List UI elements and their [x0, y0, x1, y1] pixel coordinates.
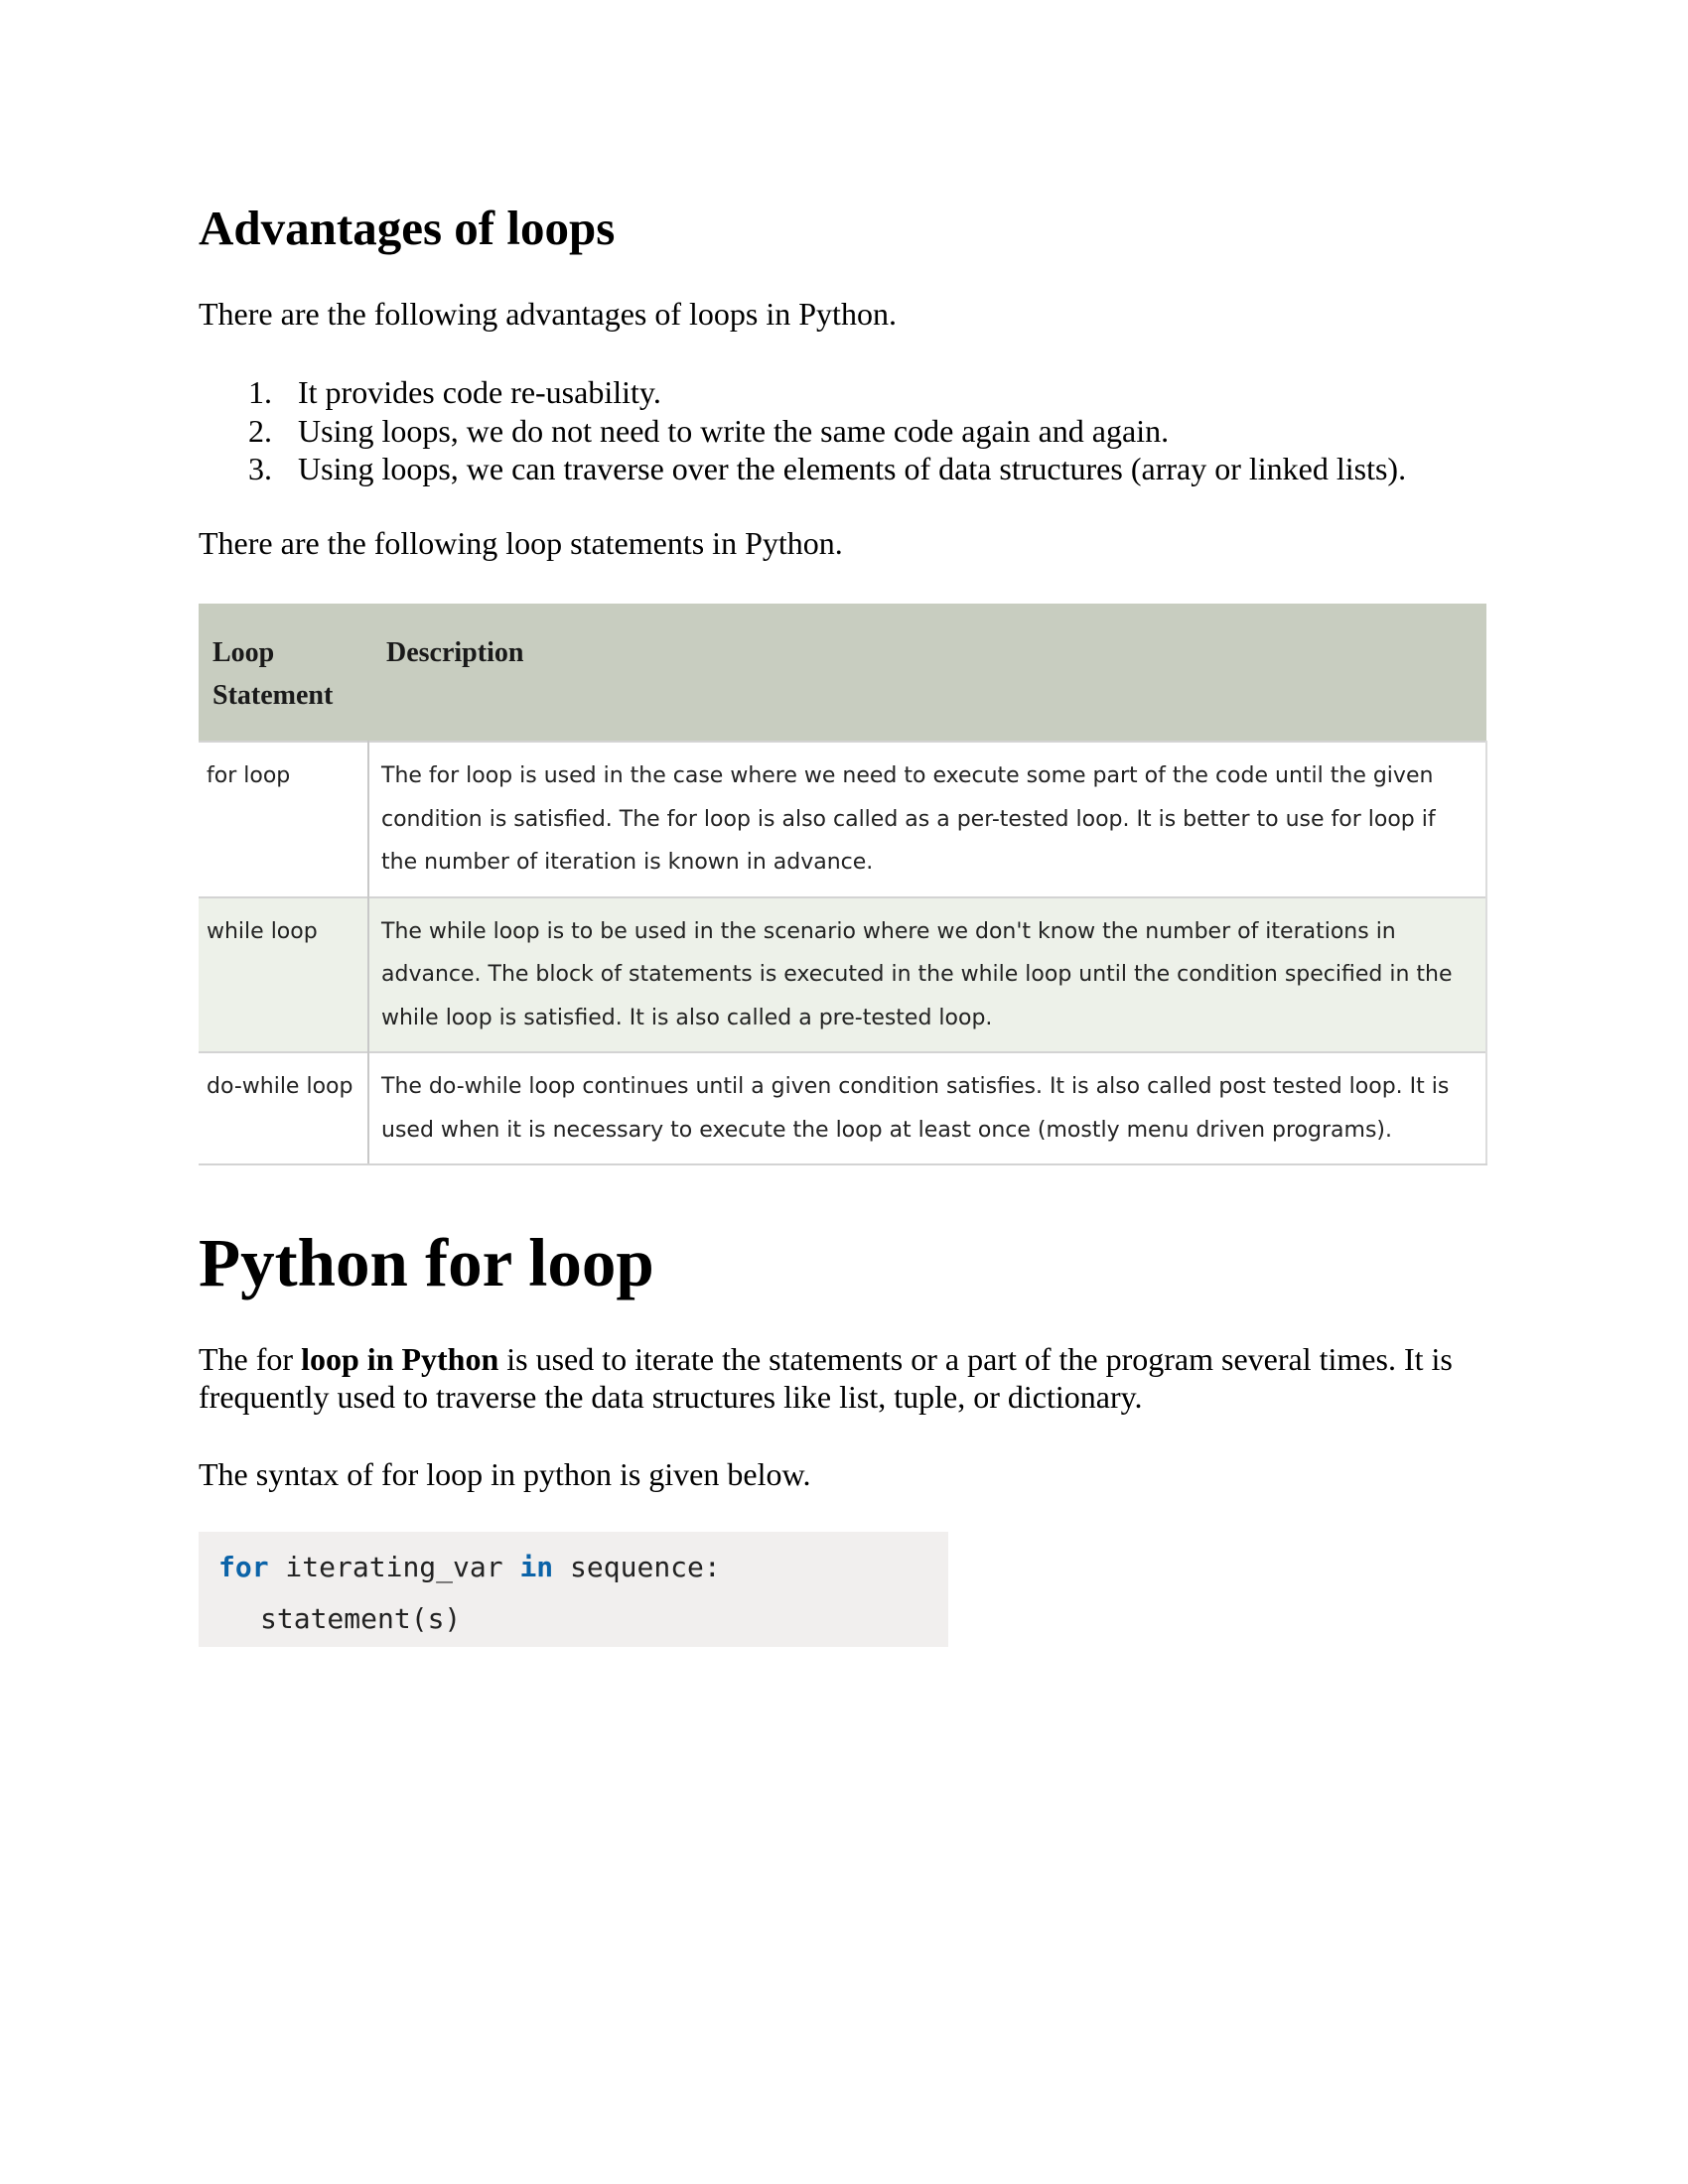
list-item: 1. It provides code re-usability. — [199, 373, 1406, 412]
cell-description: The do-while loop continues until a give… — [368, 1051, 1487, 1165]
syntax-intro: The syntax of for loop in python is give… — [199, 1456, 811, 1492]
table-row: while loop The while loop is to be used … — [199, 895, 1487, 1052]
for-desc-bold: loop in Python — [301, 1341, 499, 1377]
for-loop-description: The for loop in Python is used to iterat… — [199, 1340, 1489, 1416]
header-loop-statement: Loop Statement — [199, 604, 368, 742]
cell-statement: while loop — [199, 895, 369, 1052]
cell-statement: do-while loop — [199, 1051, 369, 1165]
list-text: Using loops, we do not need to write the… — [298, 412, 1170, 449]
list-number: 2. — [248, 412, 272, 449]
code-keyword-for: for — [218, 1551, 269, 1583]
list-text: It provides code re-usability. — [298, 374, 661, 410]
code-line: for iterating_var in sequence: — [218, 1542, 721, 1593]
list-item: 2. Using loops, we do not need to write … — [199, 412, 1406, 451]
code-sequence: sequence: — [553, 1551, 721, 1583]
cell-statement: for loop — [199, 741, 369, 897]
code-keyword-in: in — [519, 1551, 554, 1583]
for-desc-prefix: The for — [199, 1341, 302, 1377]
code-variable: iterating_var — [268, 1551, 520, 1583]
statements-intro: There are the following loop statements … — [199, 525, 843, 561]
list-number: 3. — [248, 451, 272, 486]
loop-statements-table: Loop Statement Description for loop The … — [199, 604, 1487, 1165]
header-loop-statement-line2: Statement — [212, 680, 334, 711]
code-block: for iterating_var in sequence: statement… — [199, 1532, 948, 1647]
advantages-heading: Advantages of loops — [199, 201, 616, 255]
list-number: 1. — [248, 374, 272, 410]
advantages-intro: There are the following advantages of lo… — [199, 296, 897, 332]
header-description: Description — [368, 604, 1486, 742]
table-header-row: Loop Statement Description — [199, 604, 1486, 742]
cell-description: The for loop is used in the case where w… — [368, 741, 1487, 897]
header-loop-statement-line1: Loop — [212, 637, 275, 668]
advantages-list: 1. It provides code re-usability. 2. Usi… — [199, 373, 1406, 488]
list-item: 3. Using loops, we can traverse over the… — [199, 450, 1406, 488]
list-text: Using loops, we can traverse over the el… — [298, 451, 1407, 486]
python-for-loop-heading: Python for loop — [199, 1225, 654, 1300]
table-row: do-while loop The do-while loop continue… — [199, 1051, 1487, 1165]
code-line: statement(s) — [260, 1602, 462, 1635]
cell-description: The while loop is to be used in the scen… — [368, 895, 1487, 1052]
table-row: for loop The for loop is used in the cas… — [199, 741, 1487, 897]
